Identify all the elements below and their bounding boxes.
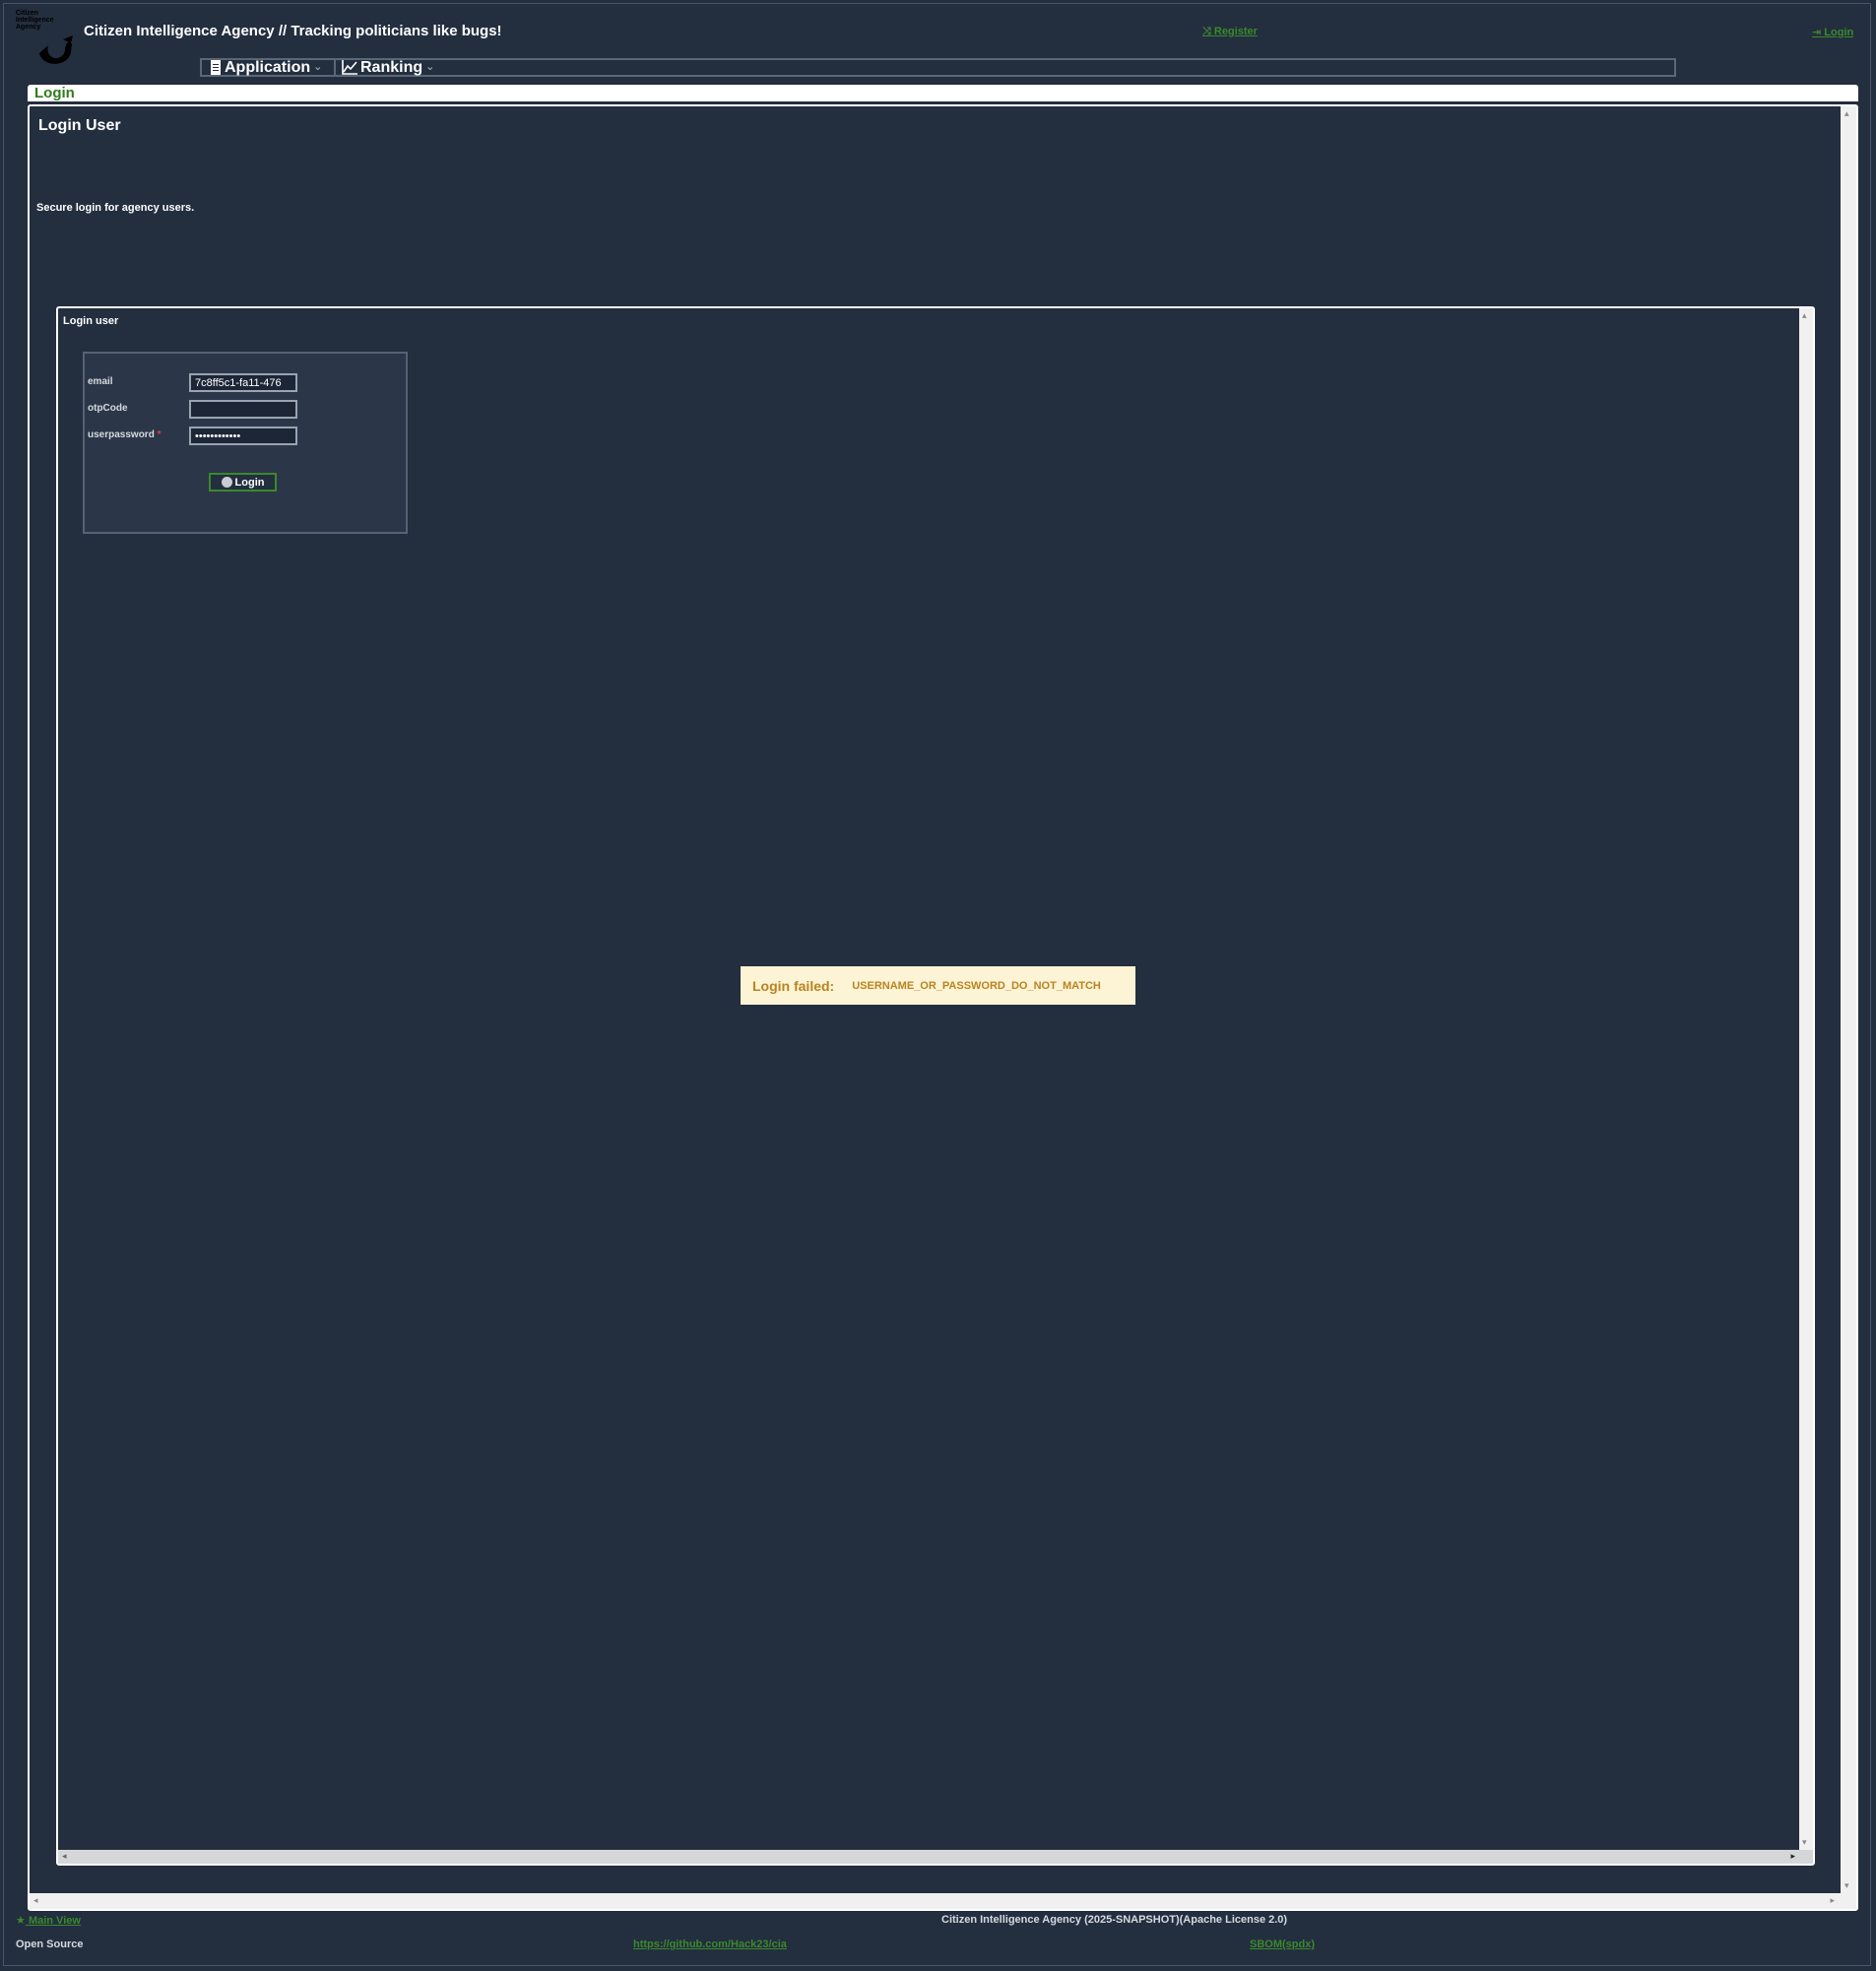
panel-caption: Login	[34, 85, 75, 101]
login-button-label: Login	[234, 476, 265, 489]
open-source-label: Open Source	[16, 1938, 84, 1950]
page-description: Secure login for agency users.	[36, 202, 195, 214]
scroll-down-arrow-icon[interactable]: ▾	[1844, 1880, 1849, 1891]
version-info: Citizen Intelligence Agency (2025-SNAPSH…	[941, 1914, 1288, 1926]
main-view-label: Main View	[28, 1915, 81, 1927]
login-label: Login	[1824, 27, 1854, 38]
scroll-right-arrow-icon[interactable]: ▸	[1790, 1851, 1795, 1862]
menu-separator	[334, 60, 336, 75]
password-label-group: userpassword *	[88, 429, 162, 440]
email-label: email	[88, 376, 113, 387]
scroll-up-arrow-icon[interactable]: ▴	[1802, 310, 1807, 321]
otp-label: otpCode	[88, 403, 128, 414]
required-indicator: *	[157, 429, 162, 440]
shuffle-icon: ⤨	[1202, 26, 1211, 37]
main-view-link[interactable]: ★ Main View	[16, 1914, 81, 1927]
login-link[interactable]: ⇥ Login	[1812, 26, 1853, 38]
sign-in-circle-icon	[221, 477, 232, 488]
password-label: userpassword	[88, 429, 155, 440]
email-field[interactable]	[189, 373, 297, 392]
github-link[interactable]: https://github.com/Hack23/cia	[633, 1938, 787, 1950]
main-menu-bar: Application ⌄ Ranking ⌄	[200, 58, 1676, 77]
panel-caption-bar: Login	[28, 85, 1858, 101]
scroll-up-arrow-icon[interactable]: ▴	[1844, 108, 1849, 119]
scroll-right-arrow-icon[interactable]: ▸	[1830, 1895, 1835, 1906]
login-button[interactable]: Login	[209, 473, 277, 492]
agency-logo: Citizen Intelligence Agency	[16, 10, 77, 69]
notification-message: USERNAME_OR_PASSWORD_DO_NOT_MATCH	[852, 979, 1101, 992]
scroll-left-arrow-icon[interactable]: ◂	[33, 1895, 38, 1906]
chevron-down-icon: ⌄	[313, 61, 323, 73]
menu-ranking-label: Ranking	[360, 59, 423, 76]
register-link[interactable]: ⤨ Register	[1202, 26, 1258, 38]
panel-horizontal-scrollbar[interactable]: ◂ ▸	[30, 1893, 1856, 1909]
register-label: Register	[1213, 26, 1258, 37]
sbom-link[interactable]: SBOM(spdx)	[1250, 1938, 1315, 1950]
login-form-panel: ▴ ▾ ◂ ▸	[56, 306, 1815, 1866]
notification-caption: Login failed:	[752, 977, 835, 994]
document-icon	[211, 60, 221, 75]
inner-horizontal-scrollbar[interactable]: ◂ ▸	[58, 1850, 1813, 1864]
star-icon: ★	[16, 1915, 26, 1927]
sign-in-icon: ⇥	[1812, 27, 1822, 38]
scroll-left-arrow-icon[interactable]: ◂	[62, 1851, 67, 1862]
panel-vertical-scrollbar[interactable]: ▴ ▾	[1841, 106, 1856, 1909]
login-failed-notification[interactable]: Login failed: USERNAME_OR_PASSWORD_DO_NO…	[741, 966, 1135, 1005]
menu-ranking[interactable]: Ranking ⌄	[342, 59, 435, 76]
menu-application[interactable]: Application ⌄	[210, 59, 323, 76]
scroll-down-arrow-icon[interactable]: ▾	[1802, 1837, 1807, 1848]
page-heading: Login User	[38, 117, 121, 134]
menu-application-label: Application	[225, 59, 311, 76]
chevron-down-icon: ⌄	[425, 61, 435, 73]
form-section-title: Login user	[63, 315, 119, 327]
password-field[interactable]	[189, 427, 297, 445]
inner-vertical-scrollbar[interactable]: ▴ ▾	[1799, 308, 1813, 1864]
chart-line-icon	[342, 60, 357, 75]
app-title: Citizen Intelligence Agency // Tracking …	[84, 23, 502, 39]
otp-code-field[interactable]	[189, 400, 297, 419]
